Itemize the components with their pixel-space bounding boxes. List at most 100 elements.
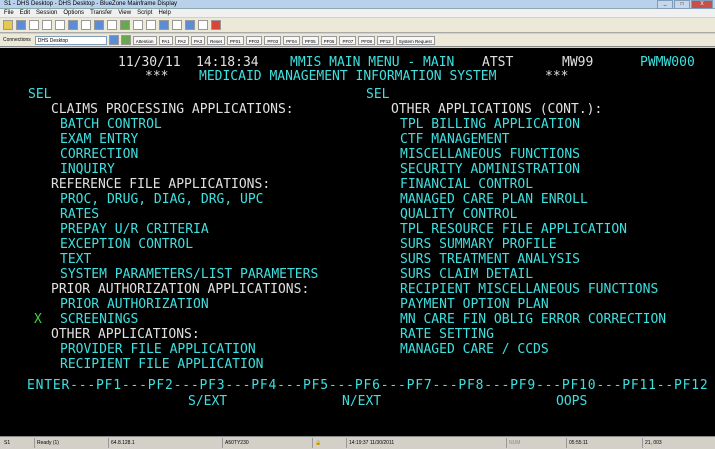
option-screenings[interactable]: SCREENINGS <box>60 313 138 327</box>
menu-help[interactable]: Help <box>158 9 170 17</box>
copy-icon[interactable] <box>42 20 52 30</box>
key-reset[interactable]: Reset <box>207 35 225 45</box>
option-recipient-misc[interactable]: RECIPIENT MISCELLANEOUS FUNCTIONS <box>400 283 658 297</box>
pf-label-line: S/EXT N/EXT OOPS <box>0 395 715 409</box>
menu-options[interactable]: Options <box>63 9 84 17</box>
option-financial-control[interactable]: FINANCIAL CONTROL <box>400 178 533 192</box>
settings-icon[interactable] <box>172 20 182 30</box>
menu-row-5: INQUIRY SECURITY ADMINISTRATION <box>0 163 715 177</box>
key-pf01[interactable]: PF01 <box>226 35 244 45</box>
option-proc-drug[interactable]: PROC, DRUG, DIAG, DRG, UPC <box>60 193 264 207</box>
option-mn-care[interactable]: MN CARE FIN OBLIG ERROR CORRECTION <box>400 313 666 327</box>
status-numlock: NUM <box>506 438 520 448</box>
menu-file[interactable]: File <box>4 9 14 17</box>
option-quality-control[interactable]: QUALITY CONTROL <box>400 208 517 222</box>
terminal-screen[interactable]: 11/30/11 14:18:34 MMIS MAIN MENU - MAIN … <box>0 48 715 436</box>
find-icon[interactable] <box>81 20 91 30</box>
connect-session-icon[interactable] <box>108 35 119 45</box>
macro-icon[interactable] <box>146 20 156 30</box>
option-misc-functions[interactable]: MISCELLANEOUS FUNCTIONS <box>400 148 580 162</box>
option-tpl-billing[interactable]: TPL BILLING APPLICATION <box>400 118 580 132</box>
key-pf02[interactable]: PF02 <box>245 35 263 45</box>
system-title-line: *** MEDICAID MANAGEMENT INFORMATION SYST… <box>0 70 715 84</box>
menu-row-2: BATCH CONTROL TPL BILLING APPLICATION <box>0 118 715 132</box>
sel-right-label: SEL <box>366 87 390 102</box>
key-toolbar: Connections DHS Desktop Attention PA1 PA… <box>0 34 715 47</box>
option-system-parameters[interactable]: SYSTEM PARAMETERS/LIST PARAMETERS <box>60 268 318 282</box>
option-inquiry[interactable]: INQUIRY <box>60 163 115 177</box>
stop-icon[interactable] <box>211 20 221 30</box>
window-controls: _ □ X <box>657 0 713 9</box>
open-icon[interactable] <box>16 20 26 30</box>
option-prepay-criteria[interactable]: PREPAY U/R CRITERIA <box>60 223 209 237</box>
key-pf05[interactable]: PF05 <box>301 35 319 45</box>
option-tpl-resource[interactable]: TPL RESOURCE FILE APPLICATION <box>400 223 627 237</box>
key-pf06[interactable]: PF06 <box>320 35 338 45</box>
status-cursor: 21, 003 <box>642 438 662 448</box>
keyboard-icon[interactable] <box>133 20 143 30</box>
session-icon[interactable] <box>120 20 130 30</box>
option-batch-control[interactable]: BATCH CONTROL <box>60 118 162 132</box>
option-managed-care-ccds[interactable]: MANAGED CARE / CCDS <box>400 343 549 357</box>
menu-edit[interactable]: Edit <box>20 9 30 17</box>
selection-mark[interactable]: X <box>34 313 42 327</box>
cut-icon[interactable] <box>29 20 39 30</box>
status-clock: 05:55:11 <box>566 438 588 448</box>
paste-icon[interactable] <box>55 20 65 30</box>
terminal-id: MW99 <box>562 55 594 70</box>
key-system-request[interactable]: System Request <box>395 35 435 45</box>
option-provider-file[interactable]: PROVIDER FILE APPLICATION <box>60 343 256 357</box>
new-icon[interactable] <box>3 20 13 30</box>
key-pa2[interactable]: PA2 <box>174 35 189 45</box>
menu-transfer[interactable]: Transfer <box>90 9 112 17</box>
menu-session[interactable]: Session <box>36 9 57 17</box>
key-pa1[interactable]: PA1 <box>158 35 173 45</box>
option-surs-claim-detail[interactable]: SURS CLAIM DETAIL <box>400 268 533 282</box>
menu-row-18: RECIPIENT FILE APPLICATION <box>0 358 715 372</box>
connect-icon[interactable] <box>94 20 104 30</box>
key-attention[interactable]: Attention <box>132 35 157 45</box>
record-icon[interactable] <box>198 20 208 30</box>
option-security-admin[interactable]: SECURITY ADMINISTRATION <box>400 163 580 177</box>
option-exam-entry[interactable]: EXAM ENTRY <box>60 133 138 147</box>
option-managed-care-enroll[interactable]: MANAGED CARE PLAN ENROLL <box>400 193 588 207</box>
option-recipient-file[interactable]: RECIPIENT FILE APPLICATION <box>60 358 264 372</box>
stars-left: *** <box>145 69 169 84</box>
option-prior-authorization[interactable]: PRIOR AUTHORIZATION <box>60 298 209 312</box>
check-icon[interactable] <box>120 35 131 45</box>
option-surs-summary[interactable]: SURS SUMMARY PROFILE <box>400 238 557 252</box>
script-icon[interactable] <box>185 20 195 30</box>
print-icon[interactable] <box>68 20 78 30</box>
pf3-label: S/EXT <box>188 394 228 409</box>
other-apps-header: OTHER APPLICATIONS: <box>51 327 200 342</box>
option-text[interactable]: TEXT <box>60 253 91 267</box>
minimize-button[interactable]: _ <box>657 0 673 9</box>
sel-left-label: SEL <box>28 87 52 102</box>
close-button[interactable]: X <box>691 0 713 9</box>
window-title-bar: S1 - DHS Desktop - DHS Desktop - BlueZon… <box>0 0 715 9</box>
key-pf08[interactable]: PF08 <box>358 35 375 45</box>
screen-time: 14:18:34 <box>196 55 259 70</box>
menu-view[interactable]: View <box>118 9 131 17</box>
option-payment-option-plan[interactable]: PAYMENT OPTION PLAN <box>400 298 549 312</box>
key-pf03[interactable]: PF03 <box>264 35 282 45</box>
menu-row-17: PROVIDER FILE APPLICATION MANAGED CARE /… <box>0 343 715 357</box>
option-exception-control[interactable]: EXCEPTION CONTROL <box>60 238 193 252</box>
option-correction[interactable]: CORRECTION <box>60 148 138 162</box>
session-select[interactable]: DHS Desktop <box>34 35 107 45</box>
transfer-icon[interactable] <box>159 20 169 30</box>
header-line: 11/30/11 14:18:34 MMIS MAIN MENU - MAIN … <box>0 56 715 70</box>
key-pf12[interactable]: PF12 <box>376 35 394 45</box>
option-ctf-management[interactable]: CTF MANAGEMENT <box>400 133 510 147</box>
key-pa3[interactable]: PA3 <box>190 35 206 45</box>
disconnect-icon[interactable] <box>107 20 117 30</box>
pf-key-line: ENTER---PF1---PF2---PF3---PF4---PF5---PF… <box>0 379 715 393</box>
option-rate-setting[interactable]: RATE SETTING <box>400 328 494 342</box>
option-surs-treatment[interactable]: SURS TREATMENT ANALYSIS <box>400 253 580 267</box>
key-pf04[interactable]: PF04 <box>283 35 300 45</box>
option-rates[interactable]: RATES <box>60 208 99 222</box>
maximize-button[interactable]: □ <box>674 0 690 9</box>
menu-script[interactable]: Script <box>137 9 152 17</box>
key-pf07[interactable]: PF07 <box>339 35 357 45</box>
menu-row-4: CORRECTION MISCELLANEOUS FUNCTIONS <box>0 148 715 162</box>
